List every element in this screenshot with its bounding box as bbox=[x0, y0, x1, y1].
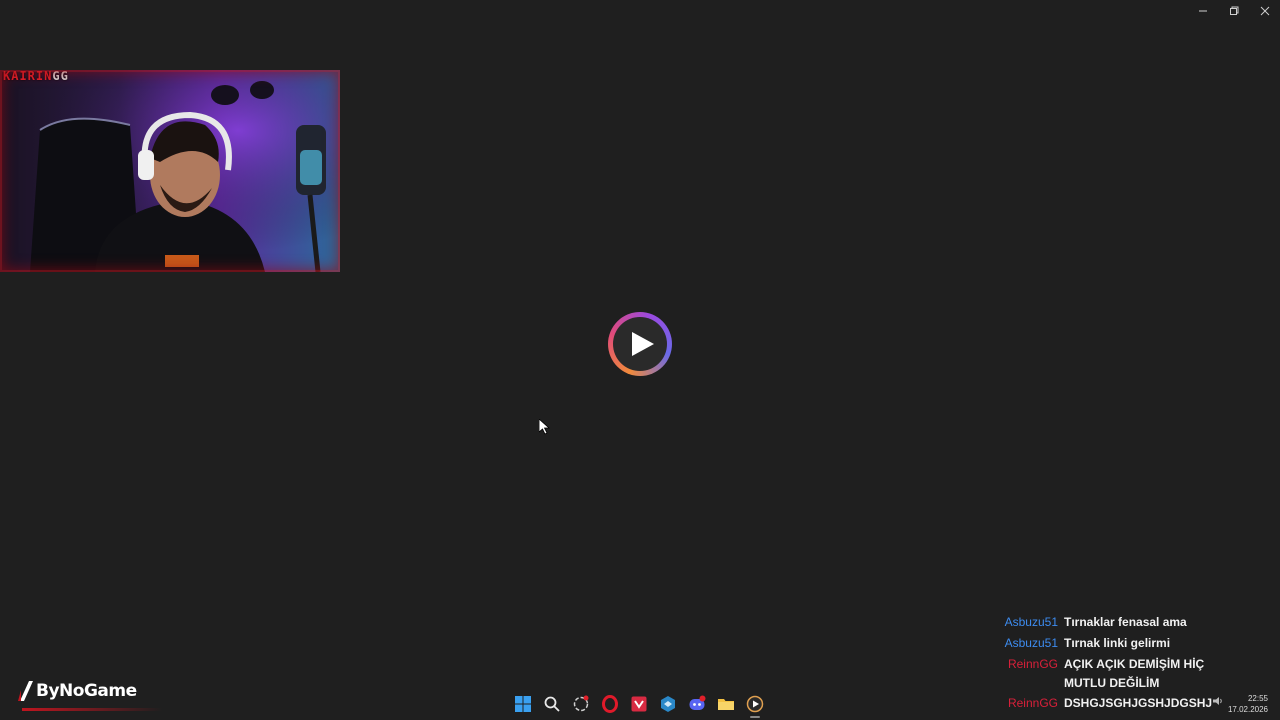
taskbar-media-player-button[interactable] bbox=[740, 688, 769, 720]
chat-username: Asbuzu51 bbox=[1004, 615, 1058, 629]
taskbar-file-explorer-button[interactable] bbox=[711, 688, 740, 720]
media-player-icon bbox=[746, 695, 763, 713]
search-icon bbox=[544, 696, 560, 712]
system-tray[interactable] bbox=[1212, 696, 1224, 708]
minimize-button[interactable] bbox=[1187, 0, 1218, 22]
chatgpt-icon bbox=[573, 695, 588, 712]
discord-icon bbox=[689, 695, 705, 710]
chat-text: Tırnak linki gelirmi bbox=[1064, 636, 1171, 650]
mouse-cursor-icon bbox=[539, 419, 551, 435]
webcam-frame bbox=[0, 70, 340, 272]
chat-message: Asbuzu51 Tırnak linki gelirmi bbox=[990, 633, 1230, 654]
clock-time: 22:55 bbox=[1247, 694, 1268, 703]
windows-start-icon bbox=[514, 696, 531, 712]
chat-text: Tırnaklar fenasal ama bbox=[1064, 615, 1187, 629]
vivaldi-icon bbox=[631, 696, 646, 712]
taskbar-opera-button[interactable] bbox=[595, 688, 624, 720]
taskbar-icons bbox=[508, 688, 769, 720]
volume-icon bbox=[1213, 697, 1222, 705]
chat-username: Asbuzu51 bbox=[1004, 636, 1058, 650]
taskbar-discord-button[interactable] bbox=[682, 688, 711, 720]
minimize-icon bbox=[1198, 10, 1207, 12]
restore-icon bbox=[1229, 6, 1238, 15]
clock-date: 17.02.2026 bbox=[1227, 705, 1268, 714]
taskbar-vivaldi-button[interactable] bbox=[624, 688, 653, 720]
close-icon bbox=[1260, 6, 1269, 16]
play-icon bbox=[632, 332, 654, 356]
restore-button[interactable] bbox=[1218, 0, 1249, 22]
window-controls bbox=[1187, 0, 1280, 22]
chat-message: Asbuzu51 Tırnaklar fenasal ama bbox=[990, 612, 1230, 633]
play-button[interactable] bbox=[608, 312, 672, 376]
taskbar-start-button[interactable] bbox=[508, 688, 537, 720]
opera-icon bbox=[601, 695, 618, 713]
taskbar: 22:55 17.02.2026 bbox=[0, 688, 1280, 720]
taskbar-search-button[interactable] bbox=[537, 688, 566, 720]
taskbar-clock[interactable]: 22:55 17.02.2026 bbox=[1228, 693, 1268, 715]
webcam-overlay: KAIRINGG bbox=[0, 70, 340, 272]
file-explorer-icon bbox=[717, 699, 734, 710]
close-button[interactable] bbox=[1249, 0, 1280, 22]
app-icon bbox=[660, 696, 675, 712]
taskbar-chatgpt-button[interactable] bbox=[566, 688, 595, 720]
taskbar-app-button[interactable] bbox=[653, 688, 682, 720]
